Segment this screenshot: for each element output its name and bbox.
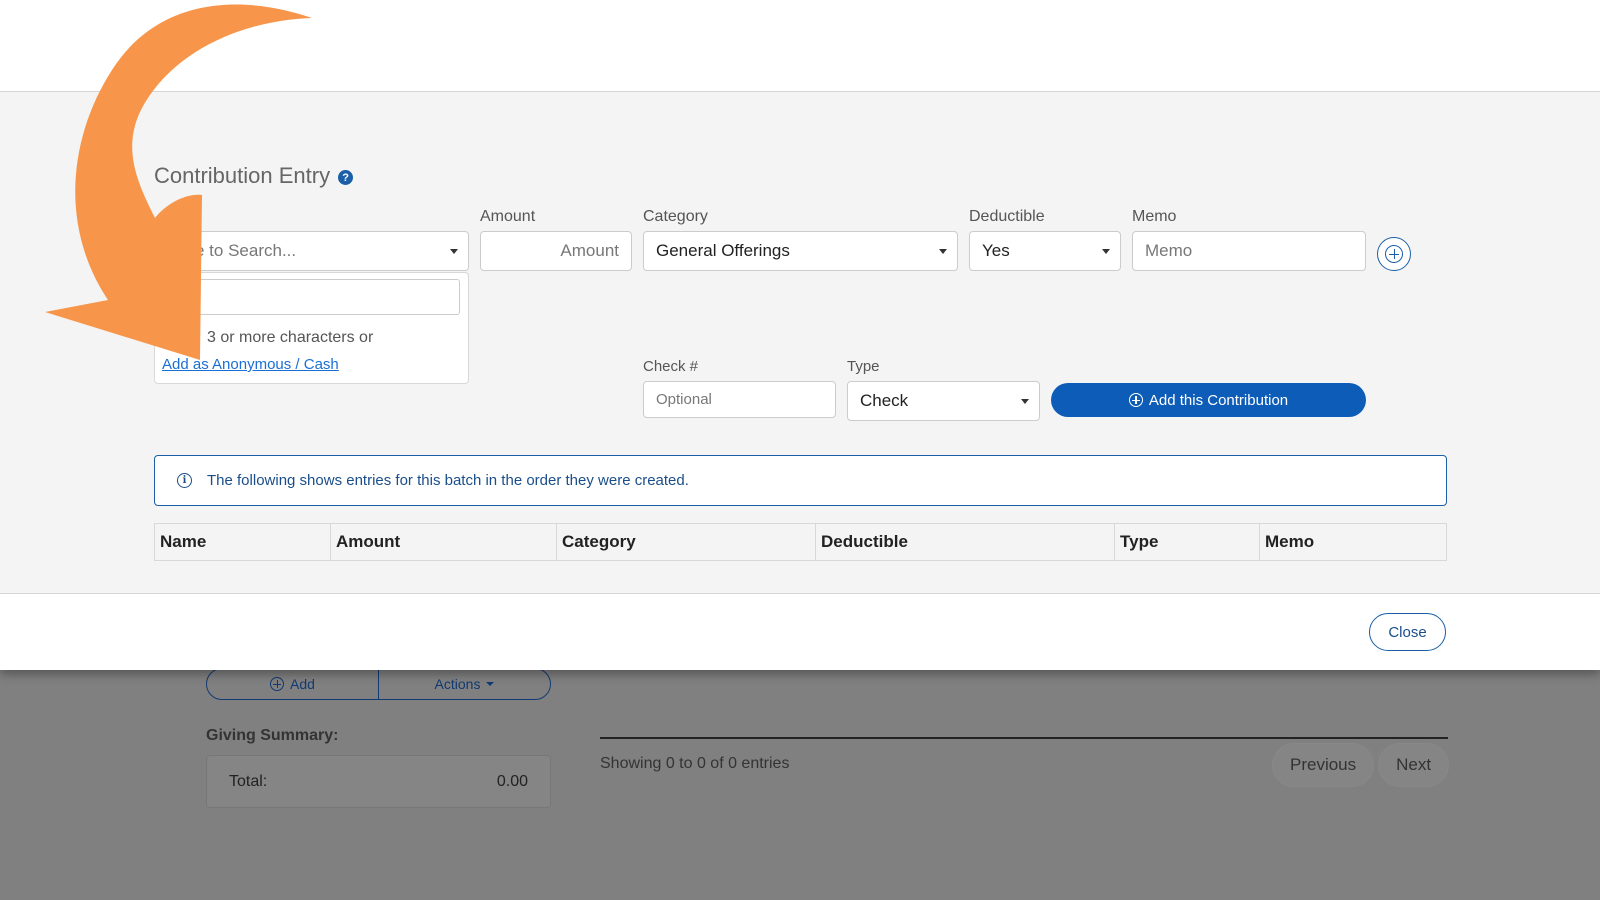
page-title: Contribution Entry ? [154,163,354,189]
memo-label: Memo [1132,208,1177,225]
total-value: 0.00 [496,772,528,790]
modal-footer [0,593,1600,670]
background-add-button[interactable]: Add [207,669,378,699]
amount-label: Amount [480,208,536,225]
column-header-type[interactable]: Type [1114,523,1260,561]
entries-table: Name Amount Category Deductible Type Mem… [154,523,1447,561]
type-label: Type [847,358,880,375]
name-search-select[interactable]: e to Search... [154,231,469,271]
close-button[interactable]: Close [1369,613,1446,651]
column-header-name[interactable]: Name [154,523,331,561]
name-search-dropdown: 3 or more characters or Add as Anonymous… [154,272,469,384]
add-row-button[interactable] [1377,237,1411,271]
next-page-button[interactable]: Next [1378,743,1450,787]
caret-down-icon [486,682,495,686]
help-icon[interactable]: ? [338,170,354,185]
column-header-memo[interactable]: Memo [1259,523,1447,561]
memo-placeholder: Memo [1145,241,1193,260]
add-contribution-label: Add this Contribution [1148,391,1289,409]
modal-header [0,0,1600,92]
amount-placeholder: Amount [560,241,619,260]
column-header-category[interactable]: Category [556,523,816,561]
check-number-input[interactable]: Optional [643,381,836,418]
plus-circle-icon [1385,245,1403,263]
type-value: Check [860,391,909,410]
dropdown-search-input[interactable] [163,279,460,315]
caret-down-icon [939,249,947,254]
background-actions-button[interactable]: Actions [378,669,550,699]
plus-circle-icon [270,677,285,691]
pagination: Previous Next [1272,743,1450,787]
add-anonymous-link[interactable]: Add as Anonymous / Cash [162,356,339,373]
column-header-deductible[interactable]: Deductible [815,523,1115,561]
giving-summary-box: Total: 0.00 [206,755,551,808]
contribution-entry-modal: Contribution Entry ? e Amount Category D… [0,0,1600,670]
entries-count-text: Showing 0 to 0 of 0 entries [600,755,790,772]
modal-title: Contribution Entry [154,163,331,188]
background-actions-label: Actions [434,676,481,692]
deductible-value: Yes [982,241,1010,260]
check-number-placeholder: Optional [656,391,712,408]
caret-down-icon [1102,249,1110,254]
plus-circle-icon [1128,393,1143,407]
deductible-label: Deductible [969,208,1045,225]
name-label: e [176,208,185,225]
caret-down-icon [450,249,458,254]
giving-summary-label: Giving Summary: [206,727,339,744]
total-label: Total: [229,772,268,790]
type-select[interactable]: Check [847,381,1040,421]
category-value: General Offerings [656,241,790,260]
table-header-row: Name Amount Category Deductible Type Mem… [154,523,1447,561]
column-header-amount[interactable]: Amount [330,523,557,561]
background-add-label: Add [290,676,315,692]
batch-info-alert: i The following shows entries for this b… [154,455,1447,506]
memo-input[interactable]: Memo [1132,231,1366,271]
amount-input[interactable]: Amount [480,231,632,271]
info-icon: i [177,473,192,488]
deductible-select[interactable]: Yes [969,231,1121,271]
add-contribution-button[interactable]: Add this Contribution [1051,383,1366,417]
dropdown-hint: 3 or more characters or [207,329,374,346]
info-text: The following shows entries for this bat… [207,472,689,489]
category-label: Category [643,208,708,225]
caret-down-icon [1021,399,1029,404]
table-divider [600,737,1448,739]
add-actions-button-group: Add Actions [206,668,551,700]
name-search-placeholder: e to Search... [195,241,297,260]
previous-page-button[interactable]: Previous [1272,743,1375,787]
category-select[interactable]: General Offerings [643,231,958,271]
check-number-label: Check # [643,358,699,375]
